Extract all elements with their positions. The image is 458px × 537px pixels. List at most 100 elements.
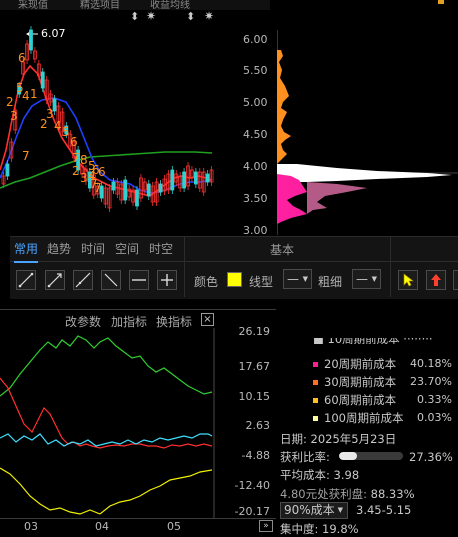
cost-legend-row: 60周期前成本	[313, 392, 396, 408]
wave-count-label: 2	[6, 95, 14, 109]
toolbar-divider	[390, 237, 391, 297]
header-item: 精选项目	[80, 0, 120, 10]
top-right-mark	[438, 0, 444, 4]
legend-swatch	[313, 380, 318, 385]
color-label: 颜色	[194, 275, 219, 289]
tab-space[interactable]: 空间	[115, 237, 139, 261]
line-width-label: 粗细	[318, 275, 343, 289]
up-arrow-icon[interactable]	[426, 270, 446, 290]
candlestick	[29, 26, 33, 54]
candlestick	[178, 172, 183, 192]
date-label: 日期: 2025年5月23日	[280, 432, 397, 446]
line-type-select[interactable]: — ▼	[283, 269, 312, 289]
line-segment-icon[interactable]	[16, 270, 36, 290]
crosshair-plus-icon[interactable]	[157, 270, 177, 290]
legend-value: 40.18%	[410, 357, 452, 370]
extended-line-icon[interactable]	[73, 270, 93, 290]
candlestick	[5, 160, 10, 180]
candlestick	[9, 138, 14, 162]
legend-label: 30周期前成本	[324, 375, 397, 389]
tab-spacetime[interactable]: 时空	[149, 237, 173, 261]
candlestick	[139, 174, 143, 202]
profit-ratio-label: 获利比率:	[280, 450, 330, 464]
indicator-chart[interactable]	[0, 328, 215, 518]
wave-count-label: 4	[22, 89, 30, 103]
overflow-tool[interactable]	[453, 270, 458, 290]
wave-count-label: 7	[72, 151, 80, 165]
cost-legend-row: 30周期前成本	[313, 374, 396, 390]
candlestick	[135, 186, 139, 210]
candlestick	[182, 168, 186, 192]
candlestick	[170, 166, 175, 194]
price-tick: 5.00	[243, 96, 268, 109]
scroll-right-button[interactable]: »	[259, 520, 273, 532]
line-type-value: —	[287, 272, 299, 286]
header-item: 采现值	[18, 0, 48, 10]
price-tick: 3.50	[243, 192, 268, 205]
tab-time[interactable]: 时间	[81, 237, 105, 261]
pointer-icon[interactable]	[398, 270, 418, 290]
candle-group: 6523471234567823456767	[0, 10, 215, 235]
legend-label: 20周期前成本	[324, 357, 397, 371]
profit-ratio-fill	[339, 452, 357, 460]
indicator-yellow-line	[0, 467, 213, 515]
candlestick	[44, 76, 49, 104]
chevron-down-icon: ▼	[371, 275, 377, 283]
candlestick	[174, 170, 179, 186]
old-chip-region	[307, 182, 367, 214]
candlestick	[48, 90, 53, 106]
wave-count-label: 1	[30, 87, 38, 101]
indicator-panel-border	[0, 309, 276, 310]
indicator-y-tick: -20.17	[234, 505, 270, 518]
indicator-green-line	[0, 335, 213, 397]
tab-common[interactable]: 常用	[14, 237, 39, 263]
wave-count-label: 5	[62, 125, 70, 139]
candlestick	[25, 40, 29, 64]
chart-header: 采现值 精选项目 收益均线	[0, 0, 270, 10]
cost-legend-row: 20周期前成本	[313, 356, 396, 372]
price-tick: 5.50	[243, 64, 268, 77]
candlestick	[111, 178, 116, 194]
tab-trend[interactable]: 趋势	[47, 237, 71, 261]
candlestick	[107, 184, 112, 212]
wave-count-label: 4	[54, 119, 62, 133]
wave-count-label: 3	[46, 107, 54, 121]
time-axis-tick: 03	[24, 520, 38, 533]
horizontal-line-icon[interactable]	[129, 270, 149, 290]
wave-count-label: 7	[94, 181, 102, 195]
candlestick	[40, 68, 45, 92]
toolbar-divider	[10, 261, 458, 262]
candlestick	[154, 178, 159, 206]
indicator-y-tick: 17.67	[238, 360, 271, 373]
candlestick	[201, 168, 206, 196]
time-axis-tick: 04	[95, 520, 109, 533]
candlestick	[142, 178, 147, 194]
indicator-y-tick: -4.88	[241, 449, 270, 462]
profit-chip-region	[277, 50, 291, 164]
cost-percent-select[interactable]: 90%成本 ▼	[280, 502, 348, 519]
price-tick: 4.50	[243, 128, 268, 141]
time-axis	[0, 518, 276, 533]
wave-count-label: 8	[80, 153, 88, 167]
candlestick	[205, 170, 210, 186]
panel-title: 基本	[270, 243, 295, 257]
candlestick	[186, 162, 190, 190]
legend-value: 23.70%	[410, 375, 452, 388]
ray-icon[interactable]	[45, 270, 65, 290]
chevron-down-icon: ▼	[302, 275, 308, 283]
cost-distribution-chart[interactable]	[277, 30, 458, 235]
line-width-select[interactable]: — ▼	[352, 269, 381, 289]
color-swatch[interactable]	[227, 272, 242, 287]
indicator-y-tick: 10.15	[238, 390, 271, 403]
candlestick	[36, 60, 41, 80]
indicator-y-tick: 2.63	[245, 419, 271, 432]
legend-value: 0.33%	[417, 393, 452, 406]
line-type-label: 线型	[249, 275, 274, 289]
legend-swatch	[313, 416, 318, 421]
price-tick: 6.00	[243, 33, 268, 46]
candlestick	[209, 166, 214, 186]
close-indicator-icon[interactable]: ×	[201, 313, 214, 326]
candlestick	[103, 184, 108, 208]
diagonal-line-icon[interactable]	[101, 270, 121, 290]
candlestick	[193, 168, 198, 188]
